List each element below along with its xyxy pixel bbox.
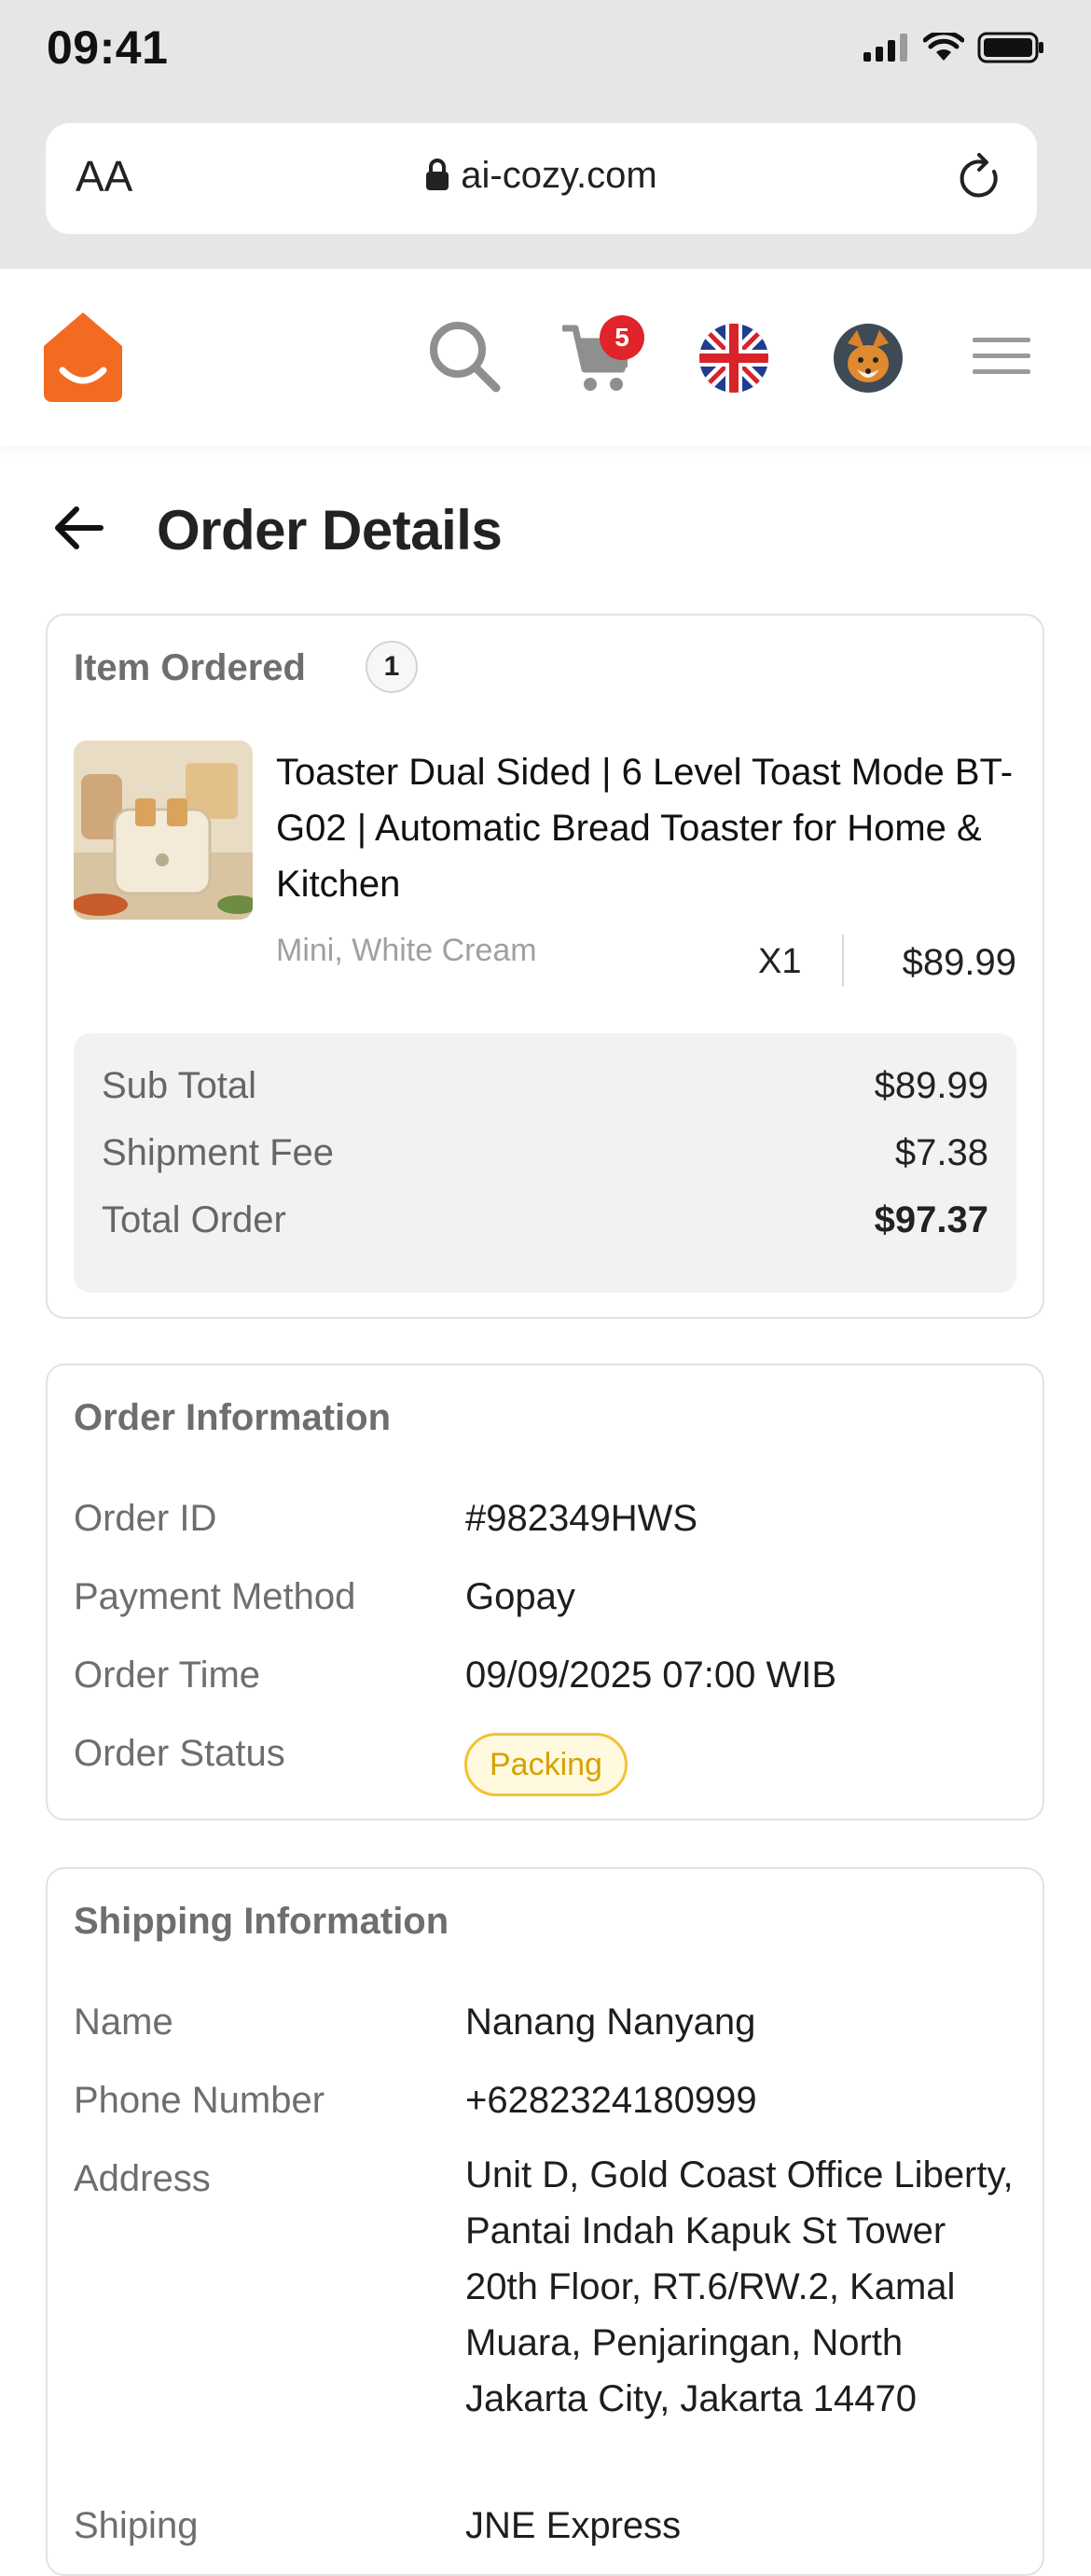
item-count-badge: 1: [366, 641, 418, 693]
shipping-method-label: Shiping: [74, 2505, 199, 2546]
order-id-value: #982349HWS: [465, 1498, 698, 1539]
shipping-information-card: Shipping Information Name Nanang Nanyang…: [46, 1867, 1044, 2576]
browser-chrome: 09:41 AA ai-cozy.com: [0, 0, 1091, 269]
page-title: Order Details: [157, 499, 503, 561]
lock-icon: [426, 159, 449, 190]
cart-count-badge: 5: [600, 315, 644, 360]
phone-number-label: Phone Number: [74, 2080, 325, 2121]
address-label: Address: [74, 2158, 211, 2199]
battery-icon: [977, 32, 1043, 63]
name-value: Nanang Nanyang: [465, 2001, 756, 2043]
order-status-badge: Packing: [464, 1733, 628, 1796]
subtotal-row: Sub Total $89.99: [102, 1065, 988, 1107]
item-ordered-card: Item Ordered 1 Toaster Dual Sided | 6 Le…: [46, 614, 1044, 1319]
order-time-value: 09/09/2025 07:00 WIB: [465, 1655, 837, 1696]
total-order-value: $97.37: [874, 1199, 988, 1240]
url-text: ai-cozy.com: [461, 155, 657, 196]
total-order-row: Total Order $97.37: [102, 1199, 988, 1241]
address-value: Unit D, Gold Coast Office Liberty, Panta…: [465, 2154, 1014, 2419]
product-quantity: X1: [758, 942, 802, 981]
shipment-fee-label: Shipment Fee: [102, 1132, 335, 1173]
cozy-logo-icon[interactable]: [44, 312, 122, 402]
hamburger-menu-icon[interactable]: [973, 336, 1030, 377]
product-image[interactable]: [74, 741, 253, 920]
order-id-label: Order ID: [74, 1498, 217, 1539]
order-information-title: Order Information: [74, 1397, 392, 1438]
shipment-fee-value: $7.38: [894, 1132, 988, 1173]
subtotal-label: Sub Total: [102, 1065, 257, 1106]
back-arrow-icon[interactable]: [52, 502, 104, 554]
status-time: 09:41: [47, 21, 169, 74]
site-header: [0, 269, 1091, 446]
cellular-signal-icon: [863, 34, 907, 62]
order-time-label: Order Time: [74, 1655, 261, 1696]
reload-icon[interactable]: [957, 151, 1005, 203]
total-order-label: Total Order: [102, 1199, 286, 1240]
item-ordered-title: Item Ordered: [74, 647, 306, 688]
payment-method-value: Gopay: [465, 1576, 575, 1617]
user-avatar[interactable]: [833, 323, 904, 394]
shipping-information-title: Shipping Information: [74, 1901, 449, 1942]
address-bar[interactable]: AA ai-cozy.com: [46, 123, 1037, 234]
status-icons: [863, 32, 1044, 63]
search-icon[interactable]: [427, 319, 502, 394]
order-information-card: Order Information Order ID #982349HWS Pa…: [46, 1364, 1044, 1821]
product-variant: Mini, White Cream: [276, 933, 537, 968]
wifi-icon: [923, 33, 964, 61]
product-price: $89.99: [902, 942, 1016, 983]
name-label: Name: [74, 2001, 173, 2043]
phone-number-value: +6282324180999: [465, 2080, 757, 2121]
product-name[interactable]: Toaster Dual Sided | 6 Level Toast Mode …: [276, 744, 1022, 912]
subtotal-value: $89.99: [874, 1065, 988, 1106]
order-summary: Sub Total $89.99 Shipment Fee $7.38 Tota…: [74, 1033, 1016, 1293]
order-status-label: Order Status: [74, 1733, 285, 1774]
payment-method-label: Payment Method: [74, 1576, 356, 1617]
shipment-fee-row: Shipment Fee $7.38: [102, 1132, 988, 1174]
url-display[interactable]: ai-cozy.com: [46, 155, 1037, 197]
shipping-method-value: JNE Express: [465, 2505, 682, 2546]
uk-flag-language-icon[interactable]: [698, 323, 769, 394]
divider: [842, 935, 844, 987]
